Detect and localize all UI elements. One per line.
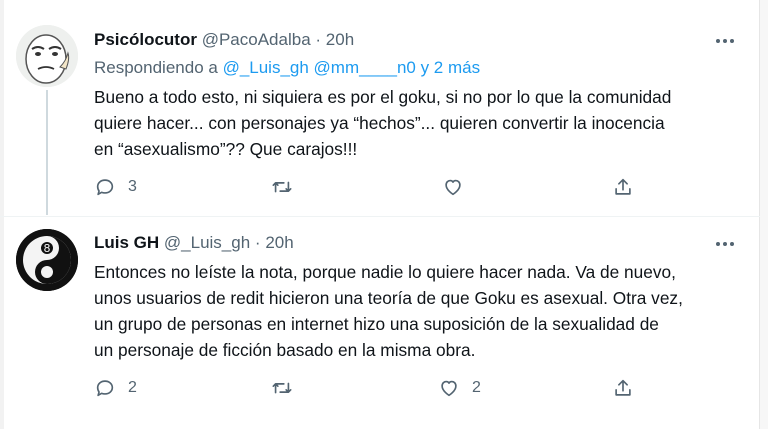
replying-to-mentions[interactable]: @_Luis_gh @mm____n0 y 2 más xyxy=(223,58,481,77)
share-button[interactable] xyxy=(612,375,634,401)
reply-icon xyxy=(96,380,114,397)
more-options-icon xyxy=(716,39,720,43)
thread-connector-line xyxy=(46,90,48,215)
display-name[interactable]: Luis GH xyxy=(94,233,159,252)
tweet-text-line: Entonces no leíste la nota, porque nadie… xyxy=(94,262,676,282)
svg-text:8: 8 xyxy=(44,242,51,255)
retweet-icon xyxy=(272,181,292,193)
tweet-text-line: quiere hacer... con personajes ya “hecho… xyxy=(94,113,665,133)
share-button[interactable] xyxy=(612,174,634,200)
avatar[interactable] xyxy=(16,25,78,87)
display-name[interactable]: Psicólocutor xyxy=(94,30,197,49)
more-options-button[interactable] xyxy=(712,235,738,253)
like-button[interactable]: 2 xyxy=(438,375,481,401)
replying-to-label: Respondiendo a xyxy=(94,58,218,77)
tweet-header: Psicólocutor @PacoAdalba · 20h xyxy=(94,30,354,50)
tweet-actions: 3 xyxy=(94,174,654,200)
like-button[interactable] xyxy=(442,174,476,200)
share-icon xyxy=(615,178,631,195)
reply-count: 3 xyxy=(128,178,137,195)
tweet-text-line: un personaje de ficción basado en la mis… xyxy=(94,340,476,360)
reply-button[interactable]: 3 xyxy=(94,174,137,200)
tweet[interactable]: Psicólocutor @PacoAdalba · 20h Respondie… xyxy=(0,0,760,215)
reply-button[interactable]: 2 xyxy=(94,375,137,401)
heart-icon xyxy=(441,380,457,397)
scrollbar-track[interactable] xyxy=(759,0,768,429)
tweet-text-line: un grupo de personas en internet hizo un… xyxy=(94,314,659,334)
more-options-icon xyxy=(716,242,720,246)
reply-icon xyxy=(96,179,114,196)
tweet-text-line: en “asexualismo”?? Que carajos!!! xyxy=(94,139,358,159)
separator-dot: · xyxy=(254,233,261,252)
retweet-button[interactable] xyxy=(270,375,306,401)
reply-count: 2 xyxy=(128,379,137,396)
tweet-text-line: unos usuarios de redit hicieron una teor… xyxy=(94,288,683,308)
like-count: 2 xyxy=(472,379,481,396)
tweet-actions: 2 2 xyxy=(94,375,654,401)
tweet-text-line: Bueno a todo esto, ni siquiera es por el… xyxy=(94,87,672,107)
retweet-icon xyxy=(272,382,292,394)
tweet[interactable]: 8 Luis GH @_Luis_gh · 20h Entonces no le… xyxy=(0,216,760,430)
avatar[interactable]: 8 xyxy=(16,229,78,291)
replying-to: Respondiendo a @_Luis_gh @mm____n0 y 2 m… xyxy=(94,58,480,78)
timestamp[interactable]: 20h xyxy=(326,30,354,49)
retweet-button[interactable] xyxy=(270,174,306,200)
more-options-button[interactable] xyxy=(712,32,738,50)
timestamp[interactable]: 20h xyxy=(265,233,293,252)
user-handle[interactable]: @_Luis_gh xyxy=(164,233,250,252)
tweet-text: Entonces no leíste la nota, porque nadie… xyxy=(94,259,744,363)
tweet-text: Bueno a todo esto, ni siquiera es por el… xyxy=(94,84,744,162)
share-icon xyxy=(615,379,631,396)
heart-icon xyxy=(445,179,461,196)
tweet-header: Luis GH @_Luis_gh · 20h xyxy=(94,233,294,253)
separator-dot: · xyxy=(315,30,322,49)
user-handle[interactable]: @PacoAdalba xyxy=(202,30,311,49)
